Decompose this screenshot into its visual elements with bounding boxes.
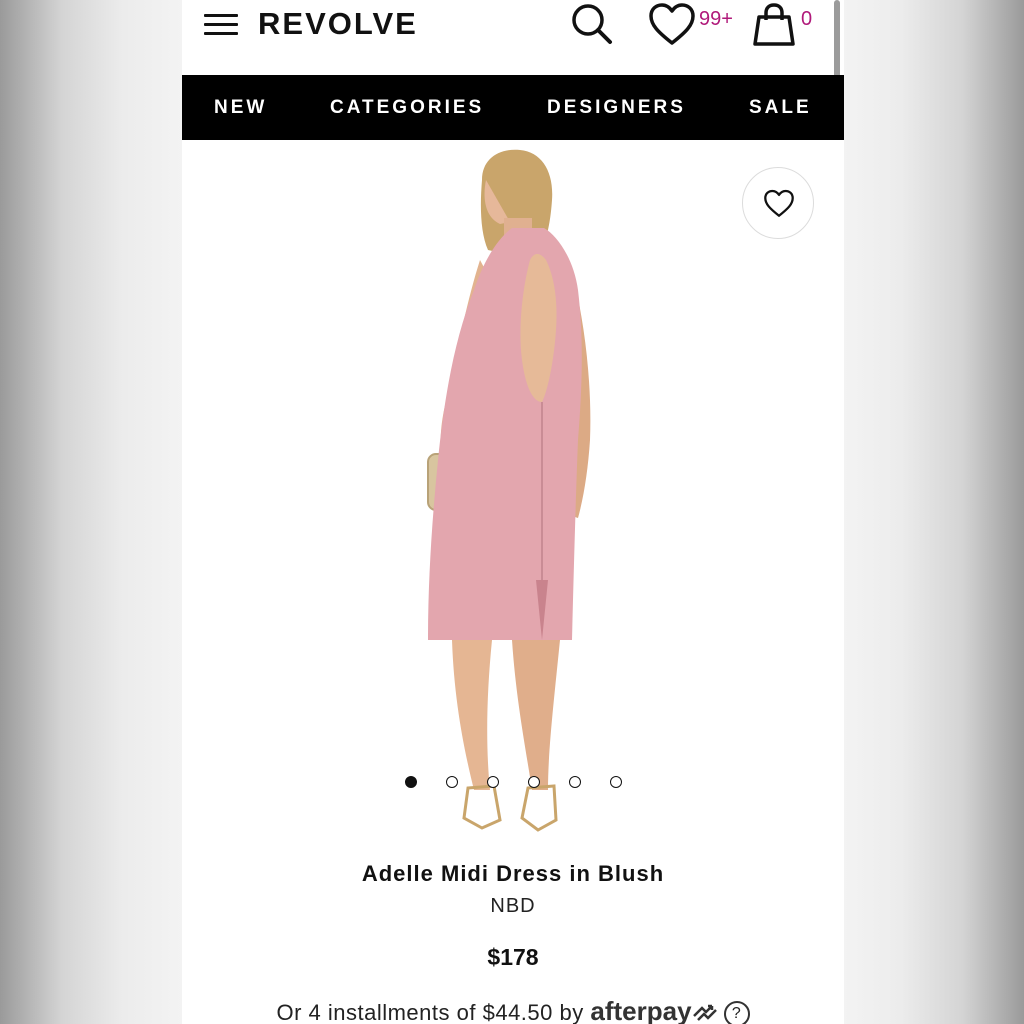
wishlist-count: 99+: [699, 8, 733, 30]
carousel-dot[interactable]: [569, 776, 581, 788]
installments-amount: $44.50: [482, 1000, 553, 1024]
afterpay-logo: afterpay: [590, 996, 692, 1024]
revolve-logo[interactable]: REVOLVE: [258, 4, 418, 44]
carousel-dot[interactable]: [610, 776, 622, 788]
cart-count: 0: [801, 8, 813, 30]
carousel-dot[interactable]: [528, 776, 540, 788]
model-photo: [427, 149, 591, 832]
product-page: REVOLVE 99+ 0 NEW CATEGORIES DESIGNERS S…: [182, 0, 844, 1024]
installments-by: by: [559, 1000, 584, 1024]
category-nav: NEW CATEGORIES DESIGNERS SALE: [182, 75, 844, 140]
nav-new[interactable]: NEW: [214, 75, 267, 140]
product-image-carousel[interactable]: [182, 140, 844, 848]
carousel-dot[interactable]: [405, 776, 417, 788]
installments-prefix: Or 4 installments of: [276, 1000, 476, 1024]
nav-designers[interactable]: DESIGNERS: [547, 75, 686, 140]
product-title: Adelle Midi Dress in Blush: [361, 861, 665, 886]
afterpay-installments: Or 4 installments of $44.50 by afterpay?: [182, 996, 844, 1024]
top-header: REVOLVE 99+ 0: [182, 0, 844, 75]
carousel-dot[interactable]: [487, 776, 499, 788]
nav-sale[interactable]: SALE: [749, 75, 812, 140]
wishlist-heart-icon[interactable]: [648, 2, 696, 48]
search-icon[interactable]: [568, 0, 616, 48]
product-price: $178: [487, 944, 539, 970]
menu-icon[interactable]: [204, 12, 240, 36]
carousel-indicators: [182, 776, 844, 792]
help-icon[interactable]: ?: [723, 1001, 750, 1024]
bag-icon[interactable]: [750, 0, 798, 48]
heart-icon: [764, 189, 794, 217]
add-to-favorites-button[interactable]: [742, 167, 814, 239]
product-brand[interactable]: NBD: [182, 895, 844, 918]
carousel-dot[interactable]: [446, 776, 458, 788]
nav-categories[interactable]: CATEGORIES: [330, 75, 484, 140]
afterpay-arrows-icon: [692, 1004, 717, 1021]
